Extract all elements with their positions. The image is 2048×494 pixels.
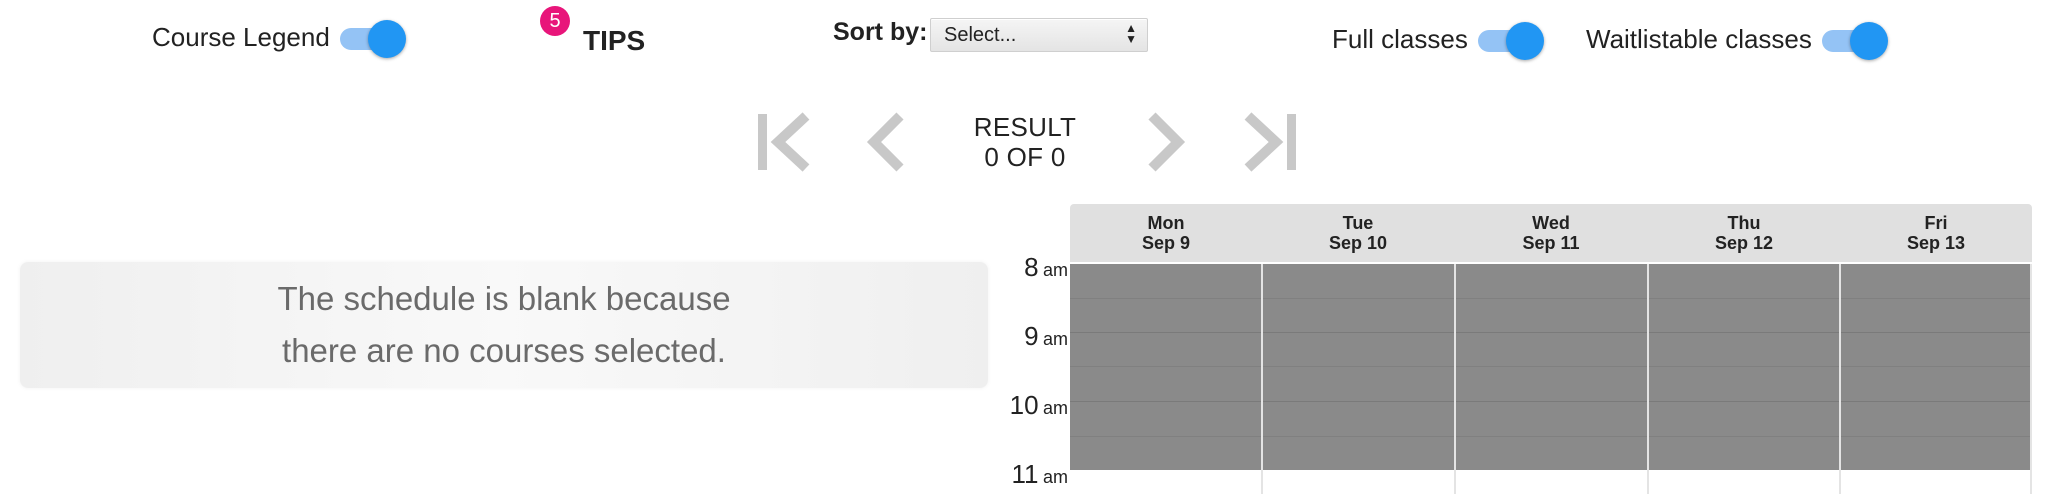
day-divider	[2030, 264, 2032, 494]
sort-by-select[interactable]: Select... ▲ ▼	[930, 18, 1148, 52]
tips-count-badge: 5	[540, 6, 570, 36]
select-arrows-icon: ▲ ▼	[1125, 21, 1137, 46]
blocked-time-area	[1070, 264, 2032, 470]
result-count: 0 OF 0	[984, 142, 1066, 172]
waitlistable-classes-toggle[interactable]	[1816, 20, 1888, 60]
time-label: 11 am	[1011, 459, 1068, 489]
toggle-knob	[1850, 22, 1888, 60]
waitlistable-classes-label: Waitlistable classes	[1586, 24, 1812, 54]
toggle-knob	[368, 20, 406, 58]
hour-line	[1070, 401, 2032, 402]
last-page-icon	[1244, 112, 1296, 172]
result-label: RESULT	[973, 112, 1077, 142]
course-legend-label: Course Legend	[152, 22, 330, 52]
day-header-thu: Thu Sep 12	[1714, 213, 1774, 253]
full-classes-toggle[interactable]	[1472, 20, 1544, 60]
open-time-area	[1070, 470, 2032, 494]
last-page-button[interactable]	[1242, 110, 1298, 174]
next-page-button[interactable]	[1136, 110, 1192, 174]
chevron-left-icon	[866, 112, 904, 172]
course-legend-toggle[interactable]	[334, 18, 406, 58]
previous-page-button[interactable]	[860, 110, 916, 174]
first-page-icon	[758, 112, 810, 172]
sort-by-value: Select...	[944, 24, 1017, 46]
empty-message-line-2: there are no courses selected.	[282, 332, 726, 369]
time-label: 10 am	[1009, 390, 1068, 420]
tips-link[interactable]: TIPS	[583, 25, 645, 57]
sort-by-label: Sort by:	[833, 18, 928, 46]
toggle-knob	[1506, 22, 1544, 60]
empty-schedule-message: The schedule is blank because there are …	[20, 262, 988, 388]
half-hour-line	[1070, 366, 2032, 367]
empty-message-line-1: The schedule is blank because	[277, 280, 731, 317]
calendar-header: Mon Sep 9 Tue Sep 10 Wed Sep 11 Thu Sep 12 F…	[1070, 204, 2032, 262]
day-header-tue: Tue Sep 10	[1328, 213, 1388, 253]
first-page-button[interactable]	[756, 110, 812, 174]
result-counter: RESULT 0 OF 0	[958, 112, 1092, 172]
half-hour-line	[1070, 298, 2032, 299]
half-hour-line	[1070, 436, 2032, 437]
day-divider	[1261, 264, 1263, 494]
day-header-fri: Fri Sep 13	[1906, 213, 1966, 253]
day-header-wed: Wed Sep 11	[1522, 213, 1580, 253]
time-label: 8 am	[1024, 252, 1068, 282]
time-label: 9 am	[1024, 321, 1068, 351]
full-classes-label: Full classes	[1332, 24, 1468, 54]
day-divider	[1454, 264, 1456, 494]
day-divider	[1647, 264, 1649, 494]
day-header-mon: Mon Sep 9	[1141, 213, 1191, 253]
chevron-right-icon	[1148, 112, 1186, 172]
weekly-calendar: Mon Sep 9 Tue Sep 10 Wed Sep 11 Thu Sep 12 F…	[1070, 204, 2032, 494]
hour-line	[1070, 332, 2032, 333]
day-divider	[1839, 264, 1841, 494]
